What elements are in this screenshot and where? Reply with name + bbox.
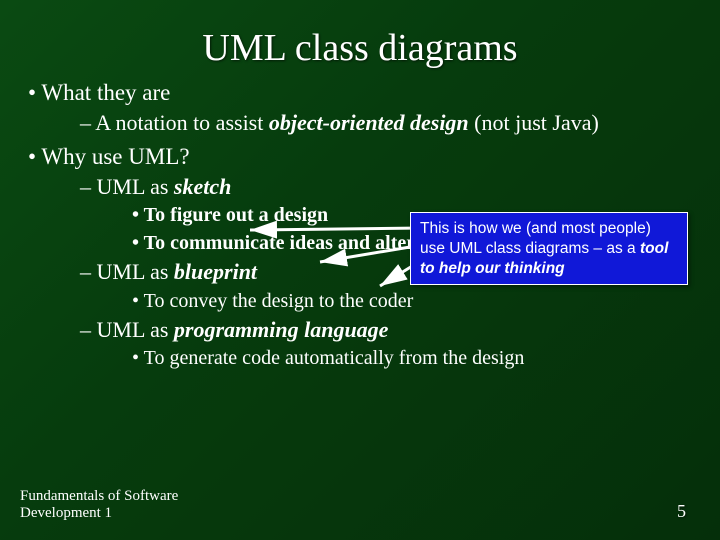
page-number: 5 — [677, 501, 686, 522]
text-pre: UML as — [97, 174, 174, 199]
slide: UML class diagrams What they are A notat… — [0, 0, 720, 540]
bullet-uml-as-programming-language: UML as programming language — [80, 316, 692, 344]
slide-title: UML class diagrams — [0, 0, 720, 70]
bullet-convey-design: To convey the design to the coder — [132, 289, 692, 315]
text: What they are — [41, 80, 170, 105]
footer-line1: Fundamentals of Software — [20, 488, 178, 504]
text: To generate code automatically from the … — [144, 347, 525, 369]
bullet-uml-as-sketch: UML as sketch — [80, 173, 692, 201]
bullet-notation: A notation to assist object-oriented des… — [80, 109, 692, 137]
bullet-why-use-uml: Why use UML? — [28, 142, 692, 171]
text: To convey the design to the coder — [144, 290, 414, 312]
footer-line2: Development 1 — [20, 505, 112, 521]
text-pre: A notation to assist — [95, 110, 269, 135]
text: To figure out a design — [144, 204, 328, 226]
callout-text: This is how we (and most people) use UML… — [420, 220, 651, 257]
text-pre: UML as — [97, 317, 174, 342]
footer: Fundamentals of Software Development 1 — [20, 488, 178, 523]
text-em: sketch — [174, 174, 231, 199]
text-post: (not just Java) — [469, 110, 599, 135]
text-em: object-oriented design — [269, 110, 469, 135]
text-em: programming language — [174, 317, 389, 342]
text: Why use UML? — [41, 144, 189, 169]
bullet-what-they-are: What they are — [28, 78, 692, 107]
text-em: blueprint — [174, 259, 257, 284]
callout-box: This is how we (and most people) use UML… — [410, 212, 688, 285]
text-pre: UML as — [97, 259, 174, 284]
bullet-generate-code: To generate code automatically from the … — [132, 346, 692, 372]
